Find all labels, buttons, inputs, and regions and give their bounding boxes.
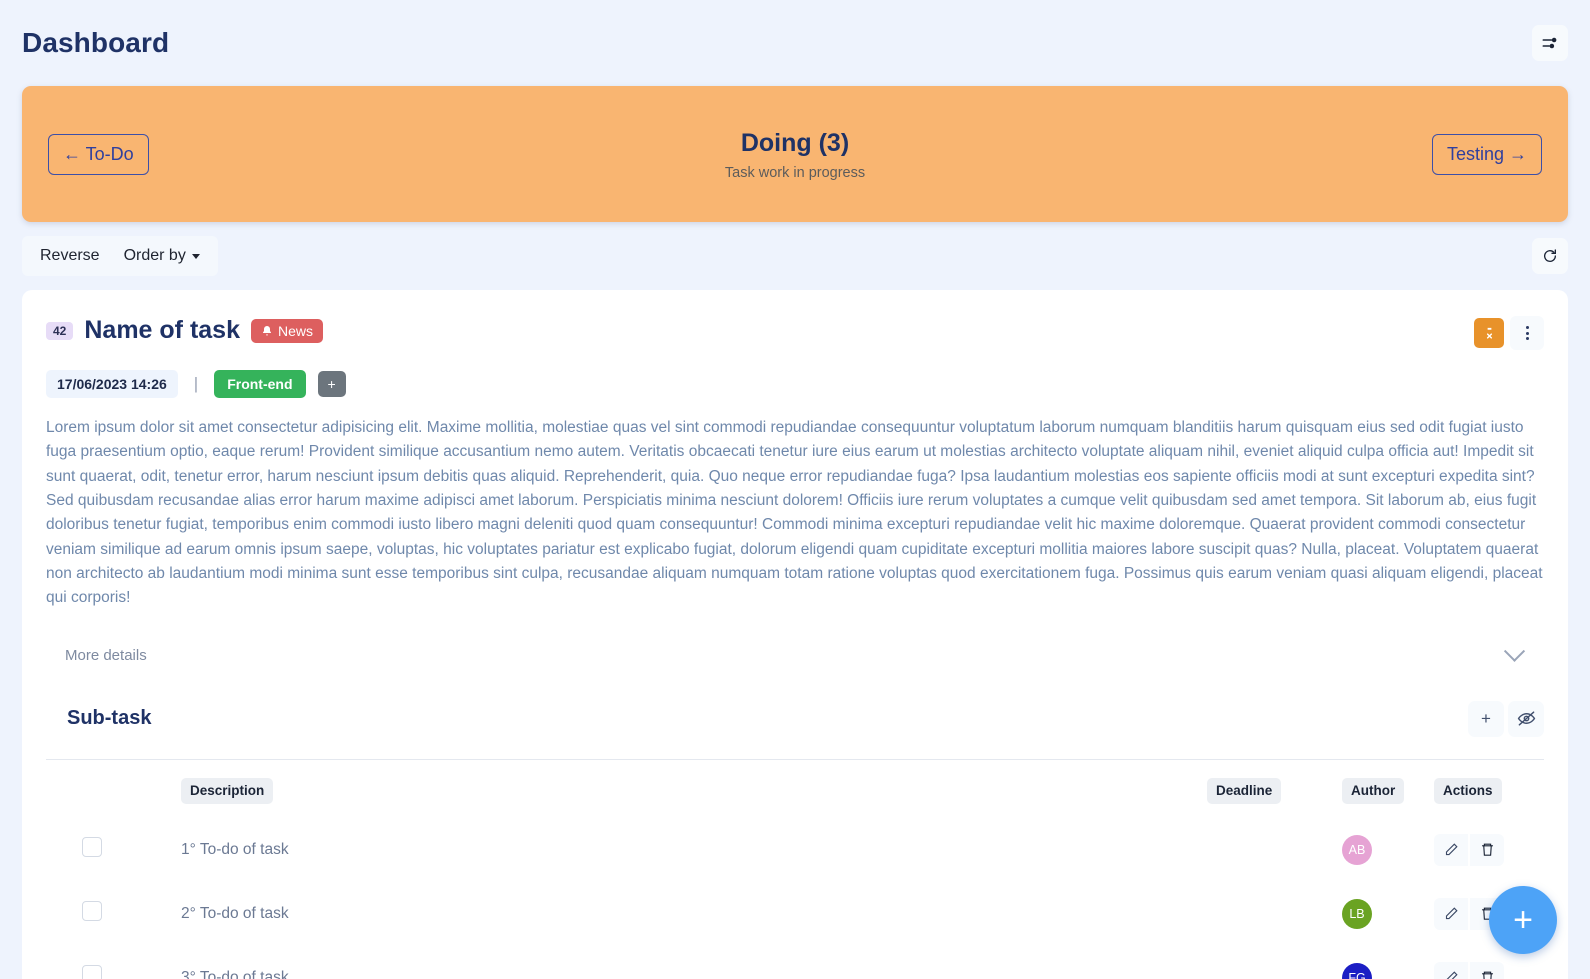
task-date: 17/06/2023 14:26 — [46, 370, 178, 398]
row-description: 1° To-do of task — [181, 840, 289, 858]
banner-subtitle: Task work in progress — [724, 164, 866, 181]
task-number-badge: 42 — [46, 321, 74, 340]
meta-separator: | — [193, 374, 199, 393]
row-author-cell: LB — [1342, 882, 1434, 946]
row-action-group — [1434, 833, 1544, 866]
delete-row-button[interactable] — [1470, 833, 1504, 866]
kebab-dot — [1525, 331, 1529, 335]
task-card-header: 42 Name of task News — [46, 316, 1544, 350]
row-author-cell: FG — [1342, 946, 1434, 979]
row-select-cell — [46, 818, 181, 882]
pencil-icon — [1445, 907, 1458, 920]
sliders-icon — [1542, 37, 1557, 49]
trash-icon — [1481, 971, 1493, 979]
th-select — [46, 759, 181, 818]
table-row: 2° To-do of task LB — [46, 882, 1544, 946]
subtask-action-group: + — [1468, 700, 1544, 737]
th-deadline-label: Deadline — [1207, 777, 1282, 804]
top-bar: Dashboard — [0, 0, 1590, 86]
delete-row-button[interactable] — [1470, 961, 1504, 979]
add-subtask-button[interactable]: + — [1468, 700, 1504, 737]
row-deadline — [1207, 818, 1342, 882]
trash-icon — [1481, 843, 1493, 856]
row-checkbox[interactable] — [82, 965, 102, 979]
refresh-button[interactable] — [1532, 238, 1568, 274]
chevron-down-icon — [191, 253, 200, 259]
next-stage-button[interactable]: Testing → — [1431, 133, 1542, 175]
th-actions: Actions — [1434, 759, 1544, 818]
row-action-group — [1434, 961, 1544, 979]
th-deadline: Deadline — [1207, 759, 1342, 818]
add-tag-button[interactable]: + — [317, 371, 346, 397]
task-title: Name of task — [84, 316, 240, 344]
more-details-label: More details — [65, 647, 147, 665]
subtask-header: Sub-task + — [46, 700, 1544, 737]
task-description: Lorem ipsum dolor sit amet consectetur a… — [46, 419, 1543, 607]
edit-row-button[interactable] — [1434, 961, 1468, 979]
th-actions-label: Actions — [1434, 777, 1502, 804]
row-checkbox[interactable] — [82, 901, 102, 922]
plus-icon: + — [1513, 901, 1533, 939]
banner-center: Doing (3) Task work in progress — [22, 128, 1568, 181]
task-card-actions — [1474, 316, 1544, 350]
task-tag-frontend[interactable]: Front-end — [214, 370, 306, 398]
pencil-icon — [1445, 843, 1458, 856]
reverse-button[interactable]: Reverse — [28, 240, 112, 272]
pencil-icon — [1446, 971, 1458, 979]
row-checkbox[interactable] — [82, 837, 102, 858]
prev-stage-button[interactable]: ← To-Do — [48, 133, 149, 175]
settings-sliders-button[interactable] — [1532, 25, 1568, 61]
row-description: 2° To-do of task — [181, 904, 289, 922]
add-task-fab[interactable]: + — [1489, 886, 1557, 954]
page-title: Dashboard — [22, 27, 170, 58]
th-author: Author — [1342, 759, 1434, 818]
th-description: Description — [181, 759, 1207, 818]
task-card: 42 Name of task News 17/06/2023 14:26 | … — [22, 290, 1568, 979]
kebab-menu-icon — [1525, 326, 1529, 329]
kebab-dot — [1525, 337, 1529, 340]
subtask-table: Description Deadline Author Actions 1° T… — [46, 759, 1544, 979]
avatar: FG — [1342, 962, 1372, 979]
subtask-table-head: Description Deadline Author Actions — [46, 759, 1544, 818]
avatar: AB — [1342, 834, 1372, 865]
task-kebab-menu-button[interactable] — [1510, 316, 1544, 350]
order-by-dropdown[interactable]: Order by — [112, 240, 212, 272]
more-details-toggle[interactable]: More details — [46, 633, 1544, 679]
row-deadline — [1207, 946, 1342, 979]
th-author-label: Author — [1342, 777, 1405, 804]
edit-row-button[interactable] — [1434, 897, 1468, 930]
row-deadline — [1207, 882, 1342, 946]
sort-controls: Reverse Order by — [22, 236, 218, 276]
clipboard-remove-button[interactable] — [1474, 318, 1504, 348]
order-by-label: Order by — [123, 247, 186, 264]
status-badge[interactable]: News — [250, 318, 323, 343]
stage-banner: ← To-Do Doing (3) Task work in progress … — [22, 86, 1568, 222]
task-meta-row: 17/06/2023 14:26 | Front-end + — [46, 370, 1544, 398]
row-select-cell — [46, 882, 181, 946]
table-row: 1° To-do of task AB — [46, 818, 1544, 882]
bell-icon — [262, 325, 271, 335]
banner-title: Doing (3) — [740, 128, 850, 157]
eye-off-icon — [1517, 711, 1535, 726]
sort-toolbar: Reverse Order by — [22, 222, 1568, 290]
toggle-subtask-visibility-button[interactable] — [1508, 700, 1544, 737]
refresh-icon — [1544, 249, 1556, 262]
status-badge-label: News — [277, 322, 313, 339]
avatar: LB — [1342, 898, 1372, 929]
row-select-cell — [46, 946, 181, 979]
row-description: 3° To-do of task — [181, 968, 289, 979]
table-header-row: Description Deadline Author Actions — [46, 759, 1544, 818]
row-actions-cell — [1434, 818, 1544, 882]
th-description-label: Description — [181, 777, 274, 804]
task-title-row: 42 Name of task News — [46, 316, 323, 345]
edit-row-button[interactable] — [1434, 833, 1468, 866]
reverse-label: Reverse — [40, 247, 100, 264]
table-row: 3° To-do of task FG — [46, 946, 1544, 979]
chevron-down-icon — [1503, 640, 1526, 662]
subtask-title: Sub-task — [67, 707, 152, 730]
clipboard-x-icon — [1486, 327, 1492, 339]
subtask-table-body: 1° To-do of task AB 2° To-do of task LB … — [46, 818, 1544, 979]
row-author-cell: AB — [1342, 818, 1434, 882]
